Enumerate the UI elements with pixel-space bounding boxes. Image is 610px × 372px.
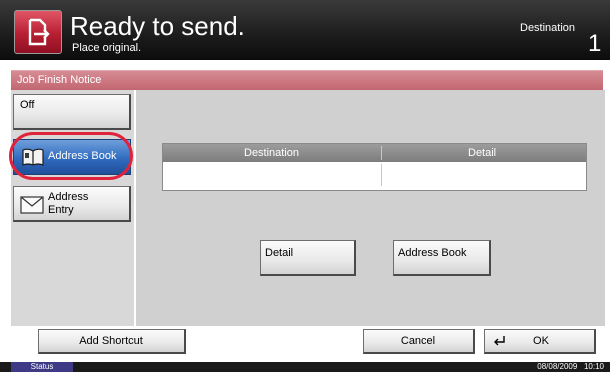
send-icon — [14, 10, 62, 54]
ok-label: OK — [533, 335, 549, 347]
off-button[interactable]: Off — [13, 94, 131, 130]
datetime: 08/08/2009 10:10 — [537, 362, 604, 372]
column-divider — [381, 146, 382, 160]
destination-table: Destination Detail — [162, 143, 587, 191]
address-entry-button[interactable]: Address Entry — [13, 186, 131, 222]
detail-button-label: Detail — [265, 247, 294, 259]
date-text: 08/08/2009 — [537, 362, 578, 371]
destination-panel — [134, 90, 605, 326]
enter-icon — [493, 335, 507, 350]
address-entry-label: Address Entry — [48, 191, 89, 216]
envelope-icon — [20, 196, 44, 217]
add-shortcut-button[interactable]: Add Shortcut — [38, 329, 186, 354]
time-text: 10:10 — [583, 362, 604, 371]
destination-label: Destination — [520, 22, 576, 34]
ok-button[interactable]: OK — [484, 329, 596, 354]
cancel-button[interactable]: Cancel — [363, 329, 475, 354]
table-header: Destination Detail — [163, 144, 586, 162]
header-title: Ready to send. — [70, 11, 245, 41]
address-book-button-label: Address Book — [398, 247, 467, 259]
cancel-label: Cancel — [400, 335, 436, 347]
page-title: Job Finish Notice — [17, 74, 102, 86]
column-divider — [381, 164, 382, 186]
column-header-detail: Detail — [468, 147, 497, 159]
add-shortcut-label: Add Shortcut — [79, 335, 143, 347]
highlight-ring — [9, 132, 133, 180]
detail-button[interactable]: Detail — [260, 240, 356, 276]
page-title-bar: Job Finish Notice — [11, 70, 603, 91]
status-button[interactable]: Status — [11, 362, 73, 372]
header-subtitle: Place original. — [72, 42, 142, 54]
off-button-label: Off — [20, 99, 35, 111]
column-header-destination: Destination — [244, 147, 300, 159]
header-bar: Ready to send. Place original. Destinati… — [0, 0, 610, 60]
address-book-button[interactable]: Address Book — [393, 240, 491, 276]
destination-count: 1 — [588, 30, 602, 57]
status-bar: Status 08/08/2009 10:10 — [0, 362, 610, 372]
